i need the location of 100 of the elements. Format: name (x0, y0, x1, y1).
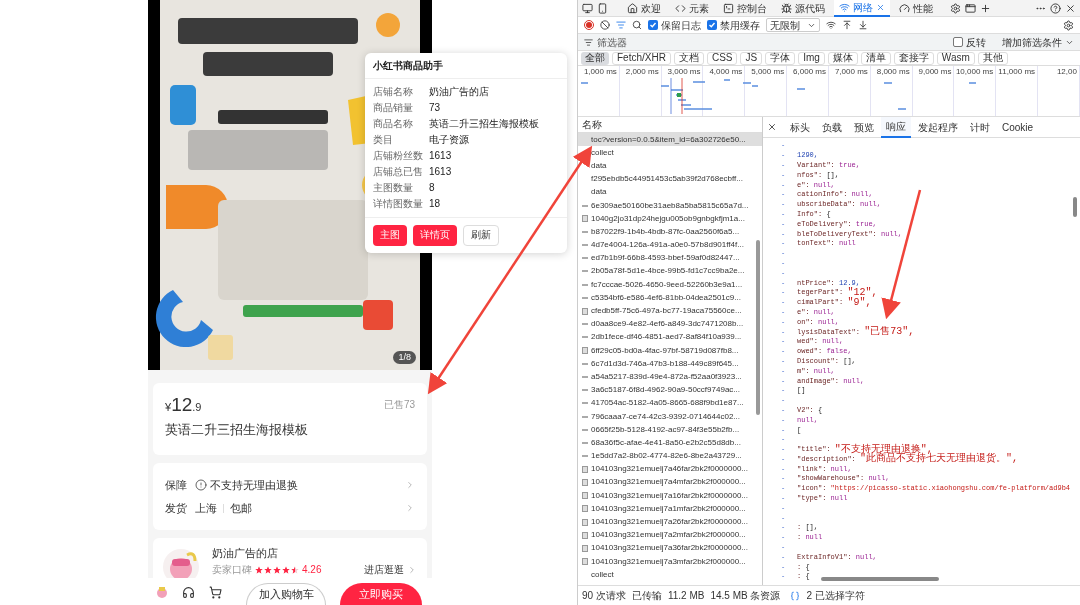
request-row[interactable]: 2b05a78f-5d1e-4bce-99b5-fd1c7cc9ba2e... (578, 264, 762, 279)
request-row[interactable]: 68a36f5c-afae-4e41-8a50-e2b2c55d8db... (578, 436, 762, 450)
type-filter-chip[interactable]: JS (740, 51, 763, 65)
throttling-select[interactable]: 无限制 (766, 18, 820, 32)
scrollbar-thumb[interactable] (1073, 197, 1077, 217)
detail-tab[interactable]: 预览 (849, 116, 879, 138)
devtools-tab[interactable]: 元素 (670, 0, 714, 17)
request-row[interactable]: a54a5217-839d-49e4-872a-f52aa0f3923... (578, 370, 762, 384)
file-icon (582, 283, 588, 286)
request-row[interactable]: 0665f25b-5128-4192-ac97-84f3e55b2fb... (578, 423, 762, 437)
add-filter-dropdown[interactable]: 增加筛选条件 (1002, 34, 1074, 50)
cart-icon[interactable] (209, 586, 222, 599)
scrollbar-thumb[interactable] (756, 240, 760, 415)
settings-icon[interactable] (950, 2, 961, 14)
type-filter-chip[interactable]: 字体 (765, 51, 796, 65)
request-row[interactable]: 3a6c5187-6f8d-4962-90a9-50ccf9749ac... (578, 383, 762, 397)
headset-icon[interactable] (182, 586, 195, 599)
close-icon[interactable] (767, 122, 777, 132)
checkbox[interactable] (707, 20, 717, 30)
request-row[interactable]: 104103ng321emuelj7a3mfar2bk2f000000... (578, 555, 762, 569)
scrollbar-thumb[interactable] (821, 577, 939, 581)
devtools-tab[interactable]: 网络 (834, 0, 890, 17)
request-row[interactable]: f295ebdb5c44951453c5ab39f2d768ecbff... (578, 172, 762, 186)
timeline-tick: 6,000 ms (793, 68, 826, 78)
request-row[interactable]: cfedb5ff-75c6-497a-bc77-19aca75560ce... (578, 304, 762, 318)
detail-tab[interactable]: 发起程序 (913, 116, 963, 138)
type-filter-chip[interactable]: 媒体 (827, 51, 858, 65)
braces-icon[interactable] (790, 590, 801, 601)
close-icon[interactable] (1065, 2, 1076, 14)
detail-tab[interactable]: Cookie (997, 116, 1039, 138)
popup-button[interactable]: 详情页 (413, 225, 457, 246)
buy-now-button[interactable]: 立即购买 (340, 583, 422, 605)
info-label: 店铺名称 (373, 84, 414, 99)
type-filter-chip[interactable]: 文档 (673, 51, 704, 65)
detail-tab[interactable]: 响应 (881, 116, 911, 138)
type-filter-chip[interactable]: 清单 (860, 51, 891, 65)
request-row[interactable]: 1e5dd7a2-8b02-4774-82e6-8be2a43729... (578, 449, 762, 463)
request-row[interactable]: data (578, 185, 762, 199)
inspect-icon[interactable] (582, 2, 593, 14)
request-row[interactable]: 6ff29c05-bd0a-4fac-97bf-58719d087fb8... (578, 344, 762, 358)
request-row[interactable]: toc?version=0.0.5&item_id=6a302726e50... (578, 133, 762, 147)
filter-field[interactable]: 筛选器 (597, 34, 697, 50)
visit-shop-link[interactable]: 进店逛逛 (364, 562, 404, 577)
record-button[interactable] (584, 20, 594, 30)
type-filter-chip[interactable]: Fetch/XHR (612, 51, 671, 65)
wifi-icon[interactable] (826, 20, 836, 30)
request-row[interactable]: d0aa8ce9-4e82-4ef6-a849-3dc7471208b... (578, 317, 762, 331)
timeline-tick: 12,00 (1056, 68, 1077, 78)
devtools-tab[interactable]: 欢迎 (622, 0, 666, 17)
upload-icon[interactable] (842, 20, 852, 30)
request-row[interactable]: 6e309ae50160be31aeb8a5ba5815c65a7d... (578, 198, 762, 213)
request-row[interactable]: 104103ng321emuelj7a4mfar2bk2f000000... (578, 475, 762, 490)
file-icon (582, 415, 588, 418)
detail-tab[interactable]: 计时 (965, 116, 995, 138)
settings-icon[interactable] (1063, 19, 1074, 31)
request-row[interactable]: 796caaa7-ce74-42c3-9392-0714644c02... (578, 409, 762, 424)
type-filter-chip[interactable]: CSS (706, 51, 738, 65)
help-icon[interactable] (1050, 2, 1061, 14)
request-row[interactable]: collect (578, 146, 762, 160)
request-row[interactable]: 1040g2jo31dp24hejgu005ob9gnbgkfjm1a... (578, 212, 762, 226)
devtools-tab[interactable]: 性能 (894, 0, 938, 17)
add-icon[interactable] (980, 2, 991, 14)
request-row[interactable]: 104103ng321emuelj7a36far2bk2f0000000... (578, 541, 762, 555)
popup-button[interactable]: 刷新 (463, 225, 499, 246)
request-row[interactable]: 104103ng321emuelj7a1mfar2bk2f000000... (578, 502, 762, 516)
request-row[interactable]: b87022f9-1b4b-4bdb-87fc-0aa2560f6a5... (578, 225, 762, 239)
type-filter-chip[interactable]: 其他 (977, 51, 1008, 65)
request-row[interactable]: 104103ng321emuelj7a16far2bk2f0000000... (578, 489, 762, 503)
request-row[interactable]: fc7cccae-5026-4650-9eed-52260b3e9a1... (578, 278, 762, 292)
request-row[interactable]: 417054ac-5182-4a05-8665-688f9bd1e87... (578, 396, 762, 410)
info-label: 店铺粉丝数 (373, 148, 424, 163)
request-row[interactable]: data (578, 159, 762, 173)
json-value: "此商品不支持七天无理由退货。", (860, 454, 1019, 465)
devtools-tab[interactable]: 控制台 (718, 0, 772, 17)
devtools-tab[interactable]: 源代码 (776, 0, 830, 17)
request-row[interactable]: c5354bf6-e586-4ef6-81bb-04dea2501c9... (578, 291, 762, 305)
request-row[interactable]: ed7b1b9f-66b8-4593-bbef-59af0d82447... (578, 251, 762, 265)
file-icon (582, 257, 588, 260)
clear-icon[interactable] (600, 20, 610, 30)
type-filter-chip[interactable]: 全部 (581, 51, 609, 65)
device-icon[interactable] (597, 2, 608, 14)
type-filter-chip[interactable]: Img (798, 51, 825, 65)
download-icon[interactable] (858, 20, 868, 30)
request-row[interactable]: 2db1fece-df46-4851-aed7-8af84f10a939... (578, 330, 762, 344)
type-filter-chip[interactable]: 套接字 (893, 51, 934, 65)
checkbox[interactable] (953, 37, 963, 47)
detail-tab[interactable]: 负载 (817, 116, 847, 138)
checkbox[interactable] (648, 20, 658, 30)
request-row[interactable]: 104103ng321emuelj7a46far2bk2f0000000... (578, 462, 762, 476)
detail-tab[interactable]: 标头 (785, 116, 815, 138)
request-row[interactable]: collect (578, 568, 762, 582)
request-row[interactable]: 6c7d1d3d-746a-47b3-b188-449c89f645... (578, 357, 762, 371)
request-row[interactable]: 104103ng321emuelj7a26far2bk2f0000000... (578, 515, 762, 529)
popup-button[interactable]: 主图 (373, 225, 407, 246)
window-icon[interactable] (965, 2, 976, 14)
request-row[interactable]: 4d7e4004-126a-491a-a0e0-57b8d901ff4f... (578, 238, 762, 252)
bug-icon (781, 2, 792, 14)
request-row[interactable]: 104103ng321emuelj7a2mfar2bk2f000000... (578, 528, 762, 542)
search-icon[interactable] (632, 20, 642, 30)
type-filter-chip[interactable]: Wasm (936, 51, 975, 65)
